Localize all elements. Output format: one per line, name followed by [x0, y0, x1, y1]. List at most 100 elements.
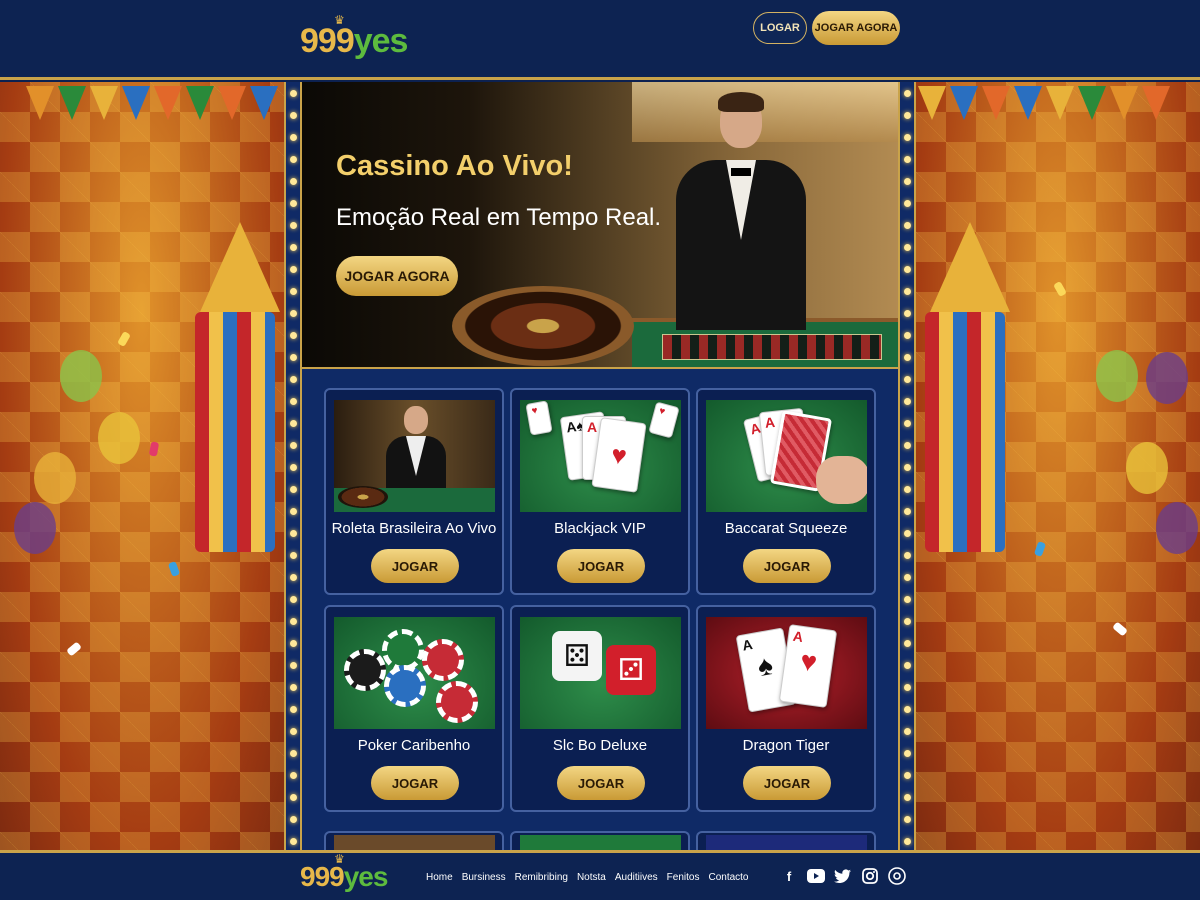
marquee-bulb [904, 662, 911, 669]
facebook-icon[interactable]: f [780, 867, 798, 885]
marquee-bulb [290, 354, 297, 361]
footer: ♛ 999yes Home Bursiness Remibribing Nots… [0, 850, 1200, 900]
marquee-bulb [290, 662, 297, 669]
game-play-button[interactable]: JOGAR [371, 766, 459, 800]
marquee-bulb [904, 640, 911, 647]
marquee-bulb [290, 156, 297, 163]
footer-link-auditiives[interactable]: Auditiives [615, 872, 658, 883]
login-button[interactable]: LOGAR [753, 12, 807, 44]
game-card[interactable]: ♥ A♠ A ♥ ♥ Blackjack VIP JOGAR [510, 388, 690, 595]
marquee-bulb [904, 398, 911, 405]
marquee-bulb [290, 618, 297, 625]
roulette-betting-grid [662, 334, 882, 360]
dealer-image [676, 90, 806, 330]
balloon [1126, 442, 1168, 494]
game-card[interactable]: Roleta Brasileira Ao Vivo JOGAR [324, 388, 504, 595]
marquee-bulb [904, 728, 911, 735]
marquee-bulb [290, 596, 297, 603]
balloon [1096, 350, 1138, 402]
marquee-bulb [904, 310, 911, 317]
marquee-bulb [290, 442, 297, 449]
marquee-bulb [290, 222, 297, 229]
footer-link-business[interactable]: Bursiness [462, 872, 506, 883]
carnival-tower [190, 222, 280, 552]
game-card[interactable]: Poker Caribenho JOGAR [324, 605, 504, 812]
instagram-icon[interactable] [861, 867, 879, 885]
game-title: Dragon Tiger [742, 737, 830, 754]
hero-play-button[interactable]: JOGAR AGORA [336, 256, 458, 296]
marquee-bulb [290, 772, 297, 779]
marquee-bulb [290, 640, 297, 647]
play-now-header-button[interactable]: JOGAR AGORA [812, 11, 900, 45]
game-play-button[interactable]: JOGAR [557, 766, 645, 800]
marquee-bulb [290, 530, 297, 537]
social-links: f [780, 867, 906, 885]
dragon-tiger-thumbnail: A ♠ A ♥ [706, 617, 867, 729]
game-title: Blackjack VIP [554, 520, 646, 537]
logo-word: yes [343, 861, 389, 892]
youtube-icon[interactable] [807, 867, 825, 885]
roulette-thumbnail [334, 400, 495, 512]
hero-title: Cassino Ao Vivo! [336, 150, 573, 182]
marquee-bulb [904, 266, 911, 273]
game-card-partial[interactable] [510, 831, 690, 851]
logo-word: yes [353, 22, 409, 60]
balloon [60, 350, 102, 402]
game-title: Baccarat Squeeze [724, 520, 848, 537]
game-play-button[interactable]: JOGAR [743, 766, 831, 800]
marquee-bulb [904, 332, 911, 339]
twitter-icon[interactable] [834, 867, 852, 885]
game-play-button[interactable]: JOGAR [557, 549, 645, 583]
marquee-bulb [904, 178, 911, 185]
marquee-bulb [290, 288, 297, 295]
marquee-bulb [290, 134, 297, 141]
footer-link-notsta[interactable]: Notsta [577, 872, 606, 883]
marquee-bulb [290, 200, 297, 207]
responsible-gaming-icon[interactable] [888, 867, 906, 885]
marquee-bulb [904, 200, 911, 207]
game-card-partial[interactable] [324, 831, 504, 851]
footer-link-home[interactable]: Home [426, 872, 453, 883]
dice-thumbnail: ⚄ ⚂ [520, 617, 681, 729]
baccarat-thumbnail: A A [706, 400, 867, 512]
footer-nav: Home Bursiness Remibribing Notsta Auditi… [426, 872, 749, 883]
game-card[interactable]: A A Baccarat Squeeze JOGAR [696, 388, 876, 595]
balloon [34, 452, 76, 504]
marquee-bulb [904, 750, 911, 757]
marquee-bulb [290, 574, 297, 581]
marquee-bulb [904, 376, 911, 383]
bunting-flags [918, 86, 1170, 120]
bunting-flags [26, 86, 278, 120]
footer-link-fenitos[interactable]: Fenitos [667, 872, 700, 883]
marquee-bulb [904, 464, 911, 471]
marquee-bulb [904, 706, 911, 713]
marquee-bulb [290, 838, 297, 845]
marquee-bulb [290, 112, 297, 119]
roulette-wheel [452, 286, 634, 366]
top-header: ♛ 999yes LOGAR JOGAR AGORA [0, 0, 1200, 80]
marquee-bulb [904, 90, 911, 97]
marquee-bulb [904, 530, 911, 537]
footer-link-contacto[interactable]: Contacto [708, 872, 748, 883]
marquee-bulb [904, 442, 911, 449]
footer-link-remibribing[interactable]: Remibribing [515, 872, 568, 883]
footer-logo[interactable]: ♛ 999yes [300, 852, 389, 893]
game-card-partial[interactable] [696, 831, 876, 851]
poker-chips-thumbnail [334, 617, 495, 729]
game-play-button[interactable]: JOGAR [743, 549, 831, 583]
brand-logo[interactable]: ♛ 999yes [300, 13, 409, 61]
game-play-button[interactable]: JOGAR [371, 549, 459, 583]
marquee-bulb [290, 486, 297, 493]
marquee-bulb [290, 508, 297, 515]
marquee-bulb [290, 178, 297, 185]
marquee-bulb [904, 112, 911, 119]
logo-number: 999 [300, 22, 355, 60]
marquee-bulb [290, 266, 297, 273]
game-card[interactable]: A ♠ A ♥ Dragon Tiger JOGAR [696, 605, 876, 812]
marquee-bulb [290, 706, 297, 713]
marquee-bulb [904, 244, 911, 251]
game-card[interactable]: ⚄ ⚂ Slc Bo Deluxe JOGAR [510, 605, 690, 812]
marquee-lights-left [284, 82, 302, 850]
marquee-bulb [904, 354, 911, 361]
marquee-bulb [904, 508, 911, 515]
